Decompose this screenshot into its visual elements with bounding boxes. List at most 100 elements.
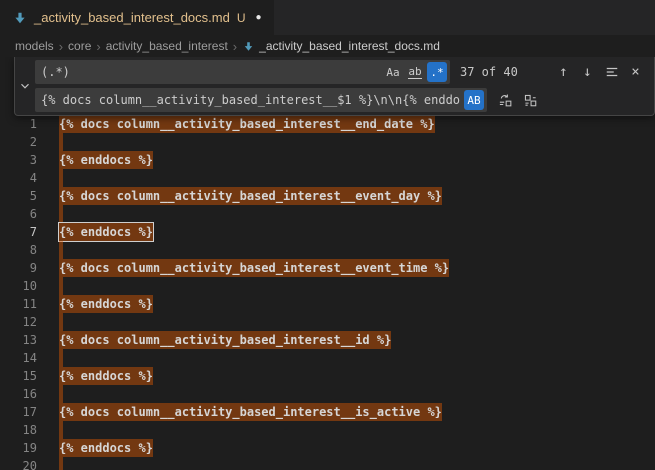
match-highlight (59, 277, 63, 295)
line-number: 9 (0, 259, 37, 277)
current-match-highlight: {% enddocs %} (59, 223, 153, 241)
tab-bar: _activity_based_interest_docs.md U ● (0, 0, 655, 35)
chevron-down-icon (18, 79, 32, 93)
editor-line[interactable] (59, 133, 655, 151)
line-number: 6 (0, 205, 37, 223)
match-highlight (59, 241, 63, 259)
markdown-icon (12, 10, 28, 26)
line-number: 2 (0, 133, 37, 151)
match-highlight: {% enddocs %} (59, 151, 153, 169)
breadcrumb-item-activity-based-interest[interactable]: activity_based_interest (106, 39, 228, 53)
regex-button[interactable]: .* (427, 62, 447, 82)
editor-line[interactable]: {% enddocs %} (59, 439, 655, 457)
line-number: 5 (0, 187, 37, 205)
toggle-replace-button[interactable] (15, 57, 35, 115)
markdown-icon (242, 40, 255, 53)
editor-line[interactable] (59, 277, 655, 295)
editor-line[interactable] (59, 241, 655, 259)
match-highlight (59, 349, 63, 367)
breadcrumb-separator: › (233, 39, 237, 54)
match-highlight (59, 421, 63, 439)
line-number: 3 (0, 151, 37, 169)
find-in-selection-button[interactable] (601, 62, 622, 83)
editor-line[interactable]: {% docs column__activity_based_interest_… (59, 259, 655, 277)
editor-line[interactable]: {% enddocs %} (59, 151, 655, 169)
line-number: 13 (0, 331, 37, 349)
line-number: 18 (0, 421, 37, 439)
line-number: 10 (0, 277, 37, 295)
tab-activity-based-interest-docs[interactable]: _activity_based_interest_docs.md U ● (0, 0, 275, 35)
editor-line[interactable] (59, 421, 655, 439)
breadcrumb-item-core[interactable]: core (68, 39, 91, 53)
line-number: 4 (0, 169, 37, 187)
editor[interactable]: 1234567891011121314151617181920 {% docs … (0, 57, 655, 470)
git-status-badge: U (237, 11, 246, 25)
editor-line[interactable]: {% docs column__activity_based_interest_… (59, 403, 655, 421)
editor-line[interactable] (59, 349, 655, 367)
editor-line[interactable]: {% enddocs %} (59, 295, 655, 313)
arrow-down-icon: ↓ (583, 64, 591, 80)
results-count: 37 of 40 (460, 65, 518, 79)
match-highlight: {% docs column__activity_based_interest_… (59, 115, 435, 133)
whole-word-button[interactable]: ab (405, 62, 425, 82)
code-lines[interactable]: {% docs column__activity_based_interest_… (46, 57, 655, 470)
editor-line[interactable]: {% enddocs %} (59, 223, 655, 241)
arrow-up-icon: ↑ (559, 64, 567, 80)
close-button[interactable]: × (625, 62, 646, 83)
line-number: 17 (0, 403, 37, 421)
match-highlight (59, 133, 63, 151)
editor-line[interactable]: {% docs column__activity_based_interest_… (59, 331, 655, 349)
find-input[interactable] (35, 60, 380, 84)
replace-all-icon (523, 93, 538, 108)
editor-line[interactable] (59, 385, 655, 403)
match-highlight (59, 169, 63, 187)
match-highlight (59, 205, 63, 223)
match-highlight: {% enddocs %} (59, 367, 153, 385)
match-highlight: {% docs column__activity_based_interest_… (59, 331, 391, 349)
editor-line[interactable]: {% docs column__activity_based_interest_… (59, 115, 655, 133)
tab-filename: _activity_based_interest_docs.md (34, 10, 230, 25)
editor-line[interactable]: {% docs column__activity_based_interest_… (59, 187, 655, 205)
line-number: 16 (0, 385, 37, 403)
preserve-case-button[interactable]: AB (464, 90, 484, 110)
editor-line[interactable] (59, 205, 655, 223)
breadcrumb-separator: › (59, 39, 63, 54)
match-highlight: {% enddocs %} (59, 439, 153, 457)
replace-row: AB (35, 88, 648, 112)
previous-match-button[interactable]: ↑ (553, 62, 574, 83)
match-highlight (59, 385, 63, 403)
line-number: 20 (0, 457, 37, 470)
editor-line[interactable]: {% enddocs %} (59, 367, 655, 385)
replace-all-button[interactable] (520, 90, 541, 111)
breadcrumb-separator: › (96, 39, 100, 54)
next-match-button[interactable]: ↓ (577, 62, 598, 83)
match-case-button[interactable]: Aa (383, 62, 403, 82)
line-number: 1 (0, 115, 37, 133)
breadcrumb: models › core › activity_based_interest … (0, 35, 655, 57)
unsaved-indicator[interactable]: ● (256, 13, 262, 23)
find-input-wrap: Aa ab .* (35, 60, 450, 84)
find-widget: Aa ab .* 37 of 40 ↑ ↓ (14, 57, 655, 116)
editor-line[interactable] (59, 457, 655, 470)
line-number: 11 (0, 295, 37, 313)
match-highlight (59, 457, 63, 470)
line-number: 19 (0, 439, 37, 457)
editor-line[interactable] (59, 169, 655, 187)
line-number: 8 (0, 241, 37, 259)
line-number: 14 (0, 349, 37, 367)
match-highlight: {% docs column__activity_based_interest_… (59, 259, 449, 277)
close-icon: × (631, 64, 639, 80)
replace-button[interactable] (495, 90, 516, 111)
replace-icon (498, 93, 513, 108)
editor-line[interactable] (59, 313, 655, 331)
match-highlight (59, 313, 63, 331)
match-highlight: {% enddocs %} (59, 295, 153, 313)
match-highlight: {% docs column__activity_based_interest_… (59, 403, 442, 421)
selection-lines-icon (605, 65, 619, 79)
breadcrumb-item-models[interactable]: models (15, 39, 54, 53)
breadcrumb-file[interactable]: _activity_based_interest_docs.md (242, 39, 440, 53)
line-number: 7 (0, 223, 37, 241)
gutter: 1234567891011121314151617181920 (0, 57, 46, 470)
replace-input[interactable] (35, 88, 461, 112)
vscode-window: _activity_based_interest_docs.md U ● mod… (0, 0, 655, 470)
